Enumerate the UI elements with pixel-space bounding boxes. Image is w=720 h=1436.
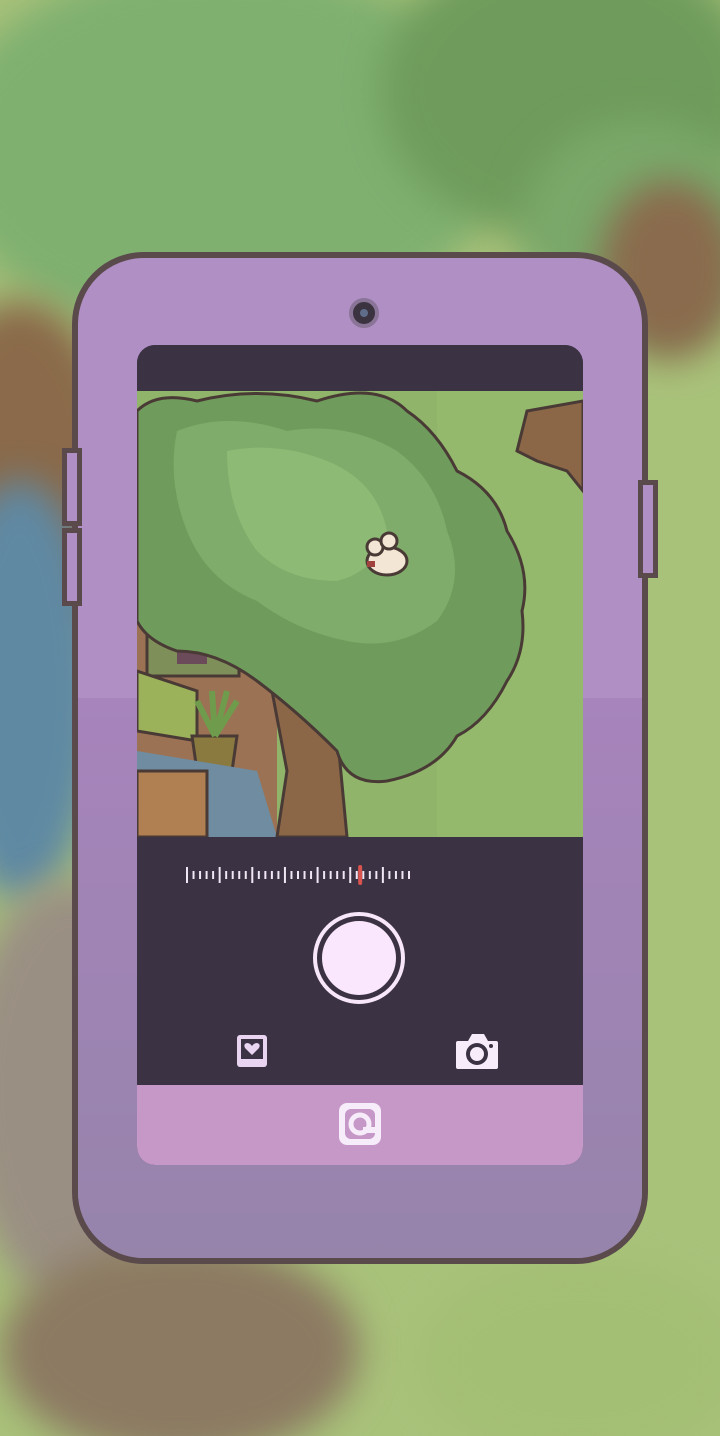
camera-icon [456, 1034, 498, 1069]
viewfinder-scene [137, 391, 583, 837]
zoom-slider[interactable] [185, 865, 411, 885]
heart-photo-icon [237, 1035, 267, 1067]
phone-device [62, 252, 658, 1264]
app-logo-button[interactable] [337, 1101, 383, 1147]
bottom-bar [137, 1085, 583, 1165]
front-camera-lens [349, 298, 379, 328]
side-button-right [638, 480, 658, 578]
side-button-left-lower [62, 528, 82, 606]
shutter-icon [322, 921, 396, 995]
camera-controls-panel [137, 837, 583, 1085]
gallery-button[interactable] [235, 1033, 269, 1069]
screen-top-bar [137, 345, 583, 391]
app-logo-icon [339, 1103, 381, 1145]
shutter-button[interactable] [313, 912, 405, 1004]
camera-viewfinder[interactable] [137, 391, 583, 837]
zoom-marker [358, 865, 363, 885]
phone-screen [137, 345, 583, 1165]
side-button-left-upper [62, 448, 82, 526]
camera-switch-button[interactable] [454, 1031, 500, 1071]
